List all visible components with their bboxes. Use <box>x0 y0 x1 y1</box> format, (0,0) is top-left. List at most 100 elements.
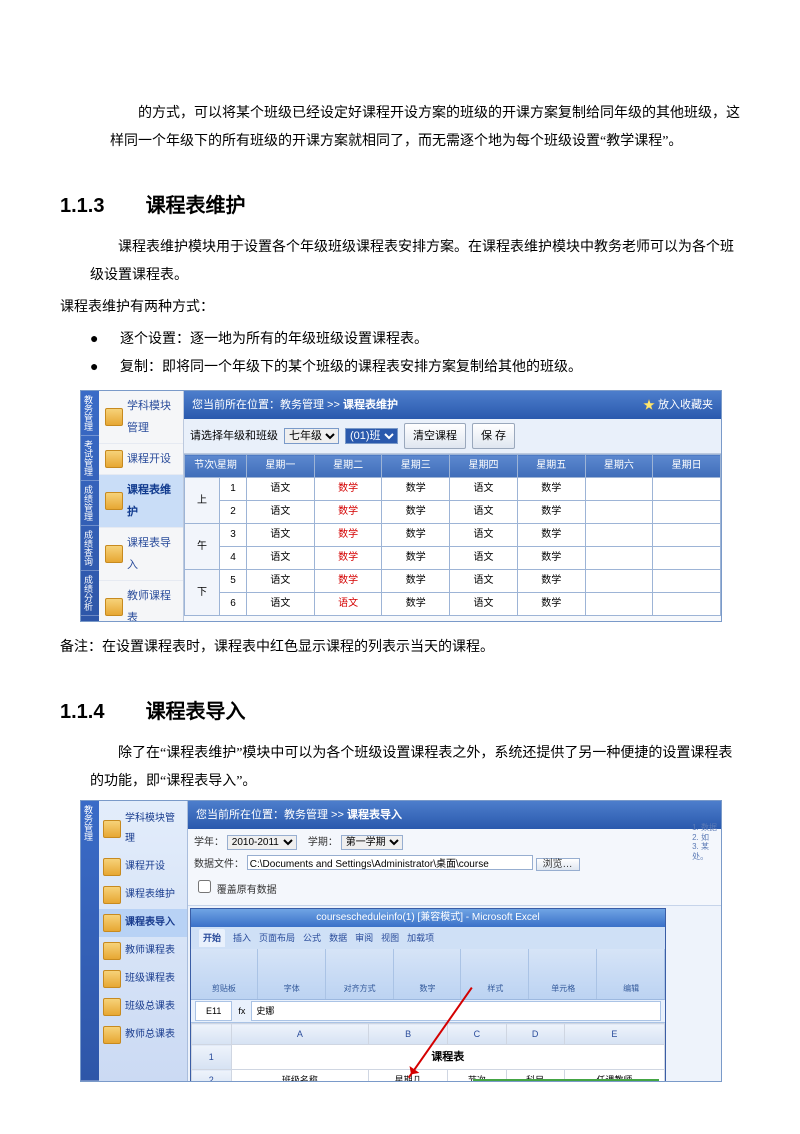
cell[interactable]: 语文 <box>247 570 315 593</box>
cell[interactable]: 语文 <box>247 547 315 570</box>
sidebar-item-course-open[interactable]: 课程开设 <box>99 853 187 881</box>
hcell[interactable]: A <box>231 1024 368 1045</box>
favorite-button[interactable]: 放入收藏夹 <box>643 394 713 416</box>
cell[interactable]: 4 <box>220 547 247 570</box>
hcell[interactable]: D <box>506 1024 564 1045</box>
sidebar-item-class-schedule[interactable]: 班级课程表 <box>99 965 187 993</box>
sidebar-item-schedule-maintain[interactable]: 课程表维护 <box>99 475 183 528</box>
cell[interactable]: 课程表 <box>231 1045 664 1070</box>
cell[interactable]: 数学 <box>517 593 585 616</box>
tab-jw[interactable]: 教务管理 <box>81 391 99 436</box>
cell[interactable] <box>653 593 721 616</box>
cell[interactable]: 数学 <box>517 547 585 570</box>
cell[interactable]: 1 <box>220 478 247 501</box>
sidebar-item-schedule-import[interactable]: 课程表导入 <box>99 909 187 937</box>
cell[interactable]: 语文 <box>247 524 315 547</box>
clear-button[interactable]: 清空课程 <box>404 423 466 449</box>
cell[interactable]: 数学 <box>314 547 382 570</box>
cell[interactable]: 数学 <box>382 524 450 547</box>
excel-sheet[interactable]: A B C D E 1课程表 2班级名称星期几节次科目任课教师 3七年级(01)… <box>191 1023 665 1082</box>
cell[interactable]: 数学 <box>382 478 450 501</box>
hcell[interactable]: B <box>369 1024 448 1045</box>
cell[interactable] <box>585 570 653 593</box>
sidebar-item-schedule-maintain[interactable]: 课程表维护 <box>99 881 187 909</box>
cell[interactable]: 数学 <box>382 593 450 616</box>
sidebar-item-subject[interactable]: 学科模块管理 <box>99 391 183 444</box>
hcell[interactable]: C <box>448 1024 506 1045</box>
cell[interactable]: 班级名称 <box>231 1070 368 1083</box>
cell[interactable]: 数学 <box>314 478 382 501</box>
cell[interactable]: 数学 <box>382 501 450 524</box>
cell[interactable]: 语文 <box>314 593 382 616</box>
overwrite-checkbox[interactable]: 覆盖原有数据 <box>194 885 277 896</box>
rg-font[interactable]: 字体 <box>259 949 326 999</box>
rtab-insert[interactable]: 插入 <box>233 929 251 947</box>
cell[interactable] <box>653 570 721 593</box>
cell[interactable]: 2 <box>220 501 247 524</box>
sidebar-item-subject[interactable]: 学科模块管理 <box>99 805 187 853</box>
cell[interactable]: 5 <box>220 570 247 593</box>
tab-ks[interactable]: 考试管理 <box>81 436 99 481</box>
rtab-review[interactable]: 审阅 <box>355 929 373 947</box>
cell[interactable]: 语文 <box>450 501 518 524</box>
cell[interactable] <box>653 547 721 570</box>
rg-cell[interactable]: 单元格 <box>530 949 597 999</box>
cell[interactable] <box>585 501 653 524</box>
cell[interactable]: 3 <box>220 524 247 547</box>
rtab-layout[interactable]: 页面布局 <box>259 929 295 947</box>
cell[interactable]: 语文 <box>450 524 518 547</box>
cell[interactable]: 语文 <box>450 570 518 593</box>
sidebar-item-teacher-schedule[interactable]: 教师课程表 <box>99 581 183 622</box>
rg-clipboard[interactable]: 剪贴板 <box>191 949 258 999</box>
rownum[interactable]: 1 <box>192 1045 232 1070</box>
rtab-data[interactable]: 数据 <box>329 929 347 947</box>
rtab-home[interactable]: 开始 <box>199 929 225 947</box>
hcell[interactable]: E <box>564 1024 664 1045</box>
cell[interactable] <box>585 547 653 570</box>
sidebar-item-course-open[interactable]: 课程开设 <box>99 444 183 475</box>
cell[interactable]: 数学 <box>382 570 450 593</box>
save-button[interactable]: 保 存 <box>472 423 515 449</box>
cell[interactable]: 数学 <box>517 501 585 524</box>
rg-style[interactable]: 样式 <box>462 949 529 999</box>
left-tab-strip[interactable]: 教务管理 考试管理 成绩管理 成绩查询 成绩分析 <box>81 391 99 621</box>
sidebar-item-teacher-total[interactable]: 教师总课表 <box>99 1021 187 1049</box>
cell[interactable]: 数学 <box>314 524 382 547</box>
year-select[interactable]: 2010-2011 <box>227 835 297 850</box>
rtab-view[interactable]: 视图 <box>381 929 399 947</box>
cell[interactable]: 语文 <box>450 547 518 570</box>
cell[interactable]: 数学 <box>382 547 450 570</box>
cell[interactable] <box>653 478 721 501</box>
rownum[interactable]: 2 <box>192 1070 232 1083</box>
cell[interactable] <box>585 478 653 501</box>
cell[interactable]: 语文 <box>247 593 315 616</box>
hcell[interactable] <box>192 1024 232 1045</box>
cell[interactable]: 6 <box>220 593 247 616</box>
cell[interactable]: 数学 <box>517 478 585 501</box>
cell[interactable]: 数学 <box>314 570 382 593</box>
term-select[interactable]: 第一学期 <box>341 835 403 850</box>
tab-cj[interactable]: 成绩管理 <box>81 481 99 526</box>
browse-button[interactable]: 浏览… <box>536 858 580 871</box>
rtab-formula[interactable]: 公式 <box>303 929 321 947</box>
tab-fx[interactable]: 成绩分析 <box>81 571 99 616</box>
rtab-addin[interactable]: 加载项 <box>407 929 434 947</box>
grade-select[interactable]: 七年级 <box>284 428 339 444</box>
cell[interactable]: 数学 <box>517 524 585 547</box>
rg-number[interactable]: 数字 <box>395 949 462 999</box>
sidebar-item-schedule-import[interactable]: 课程表导入 <box>99 528 183 581</box>
cell[interactable]: 语文 <box>450 593 518 616</box>
cell[interactable] <box>585 593 653 616</box>
cell[interactable] <box>653 524 721 547</box>
tab-jw[interactable]: 教务管理 <box>80 801 99 1081</box>
left-tab-strip[interactable]: 教务管理 考试管理 成绩管理 成绩查询 成绩分析 系统管理 <box>81 801 99 1081</box>
tab-cx[interactable]: 成绩查询 <box>81 526 99 571</box>
cell[interactable] <box>653 501 721 524</box>
rg-edit[interactable]: 编辑 <box>598 949 665 999</box>
cell[interactable]: 数学 <box>314 501 382 524</box>
cell[interactable]: 数学 <box>517 570 585 593</box>
name-box[interactable]: E11 <box>195 1001 232 1021</box>
cell[interactable]: 语文 <box>450 478 518 501</box>
cell[interactable]: 语文 <box>247 478 315 501</box>
cell[interactable] <box>585 524 653 547</box>
